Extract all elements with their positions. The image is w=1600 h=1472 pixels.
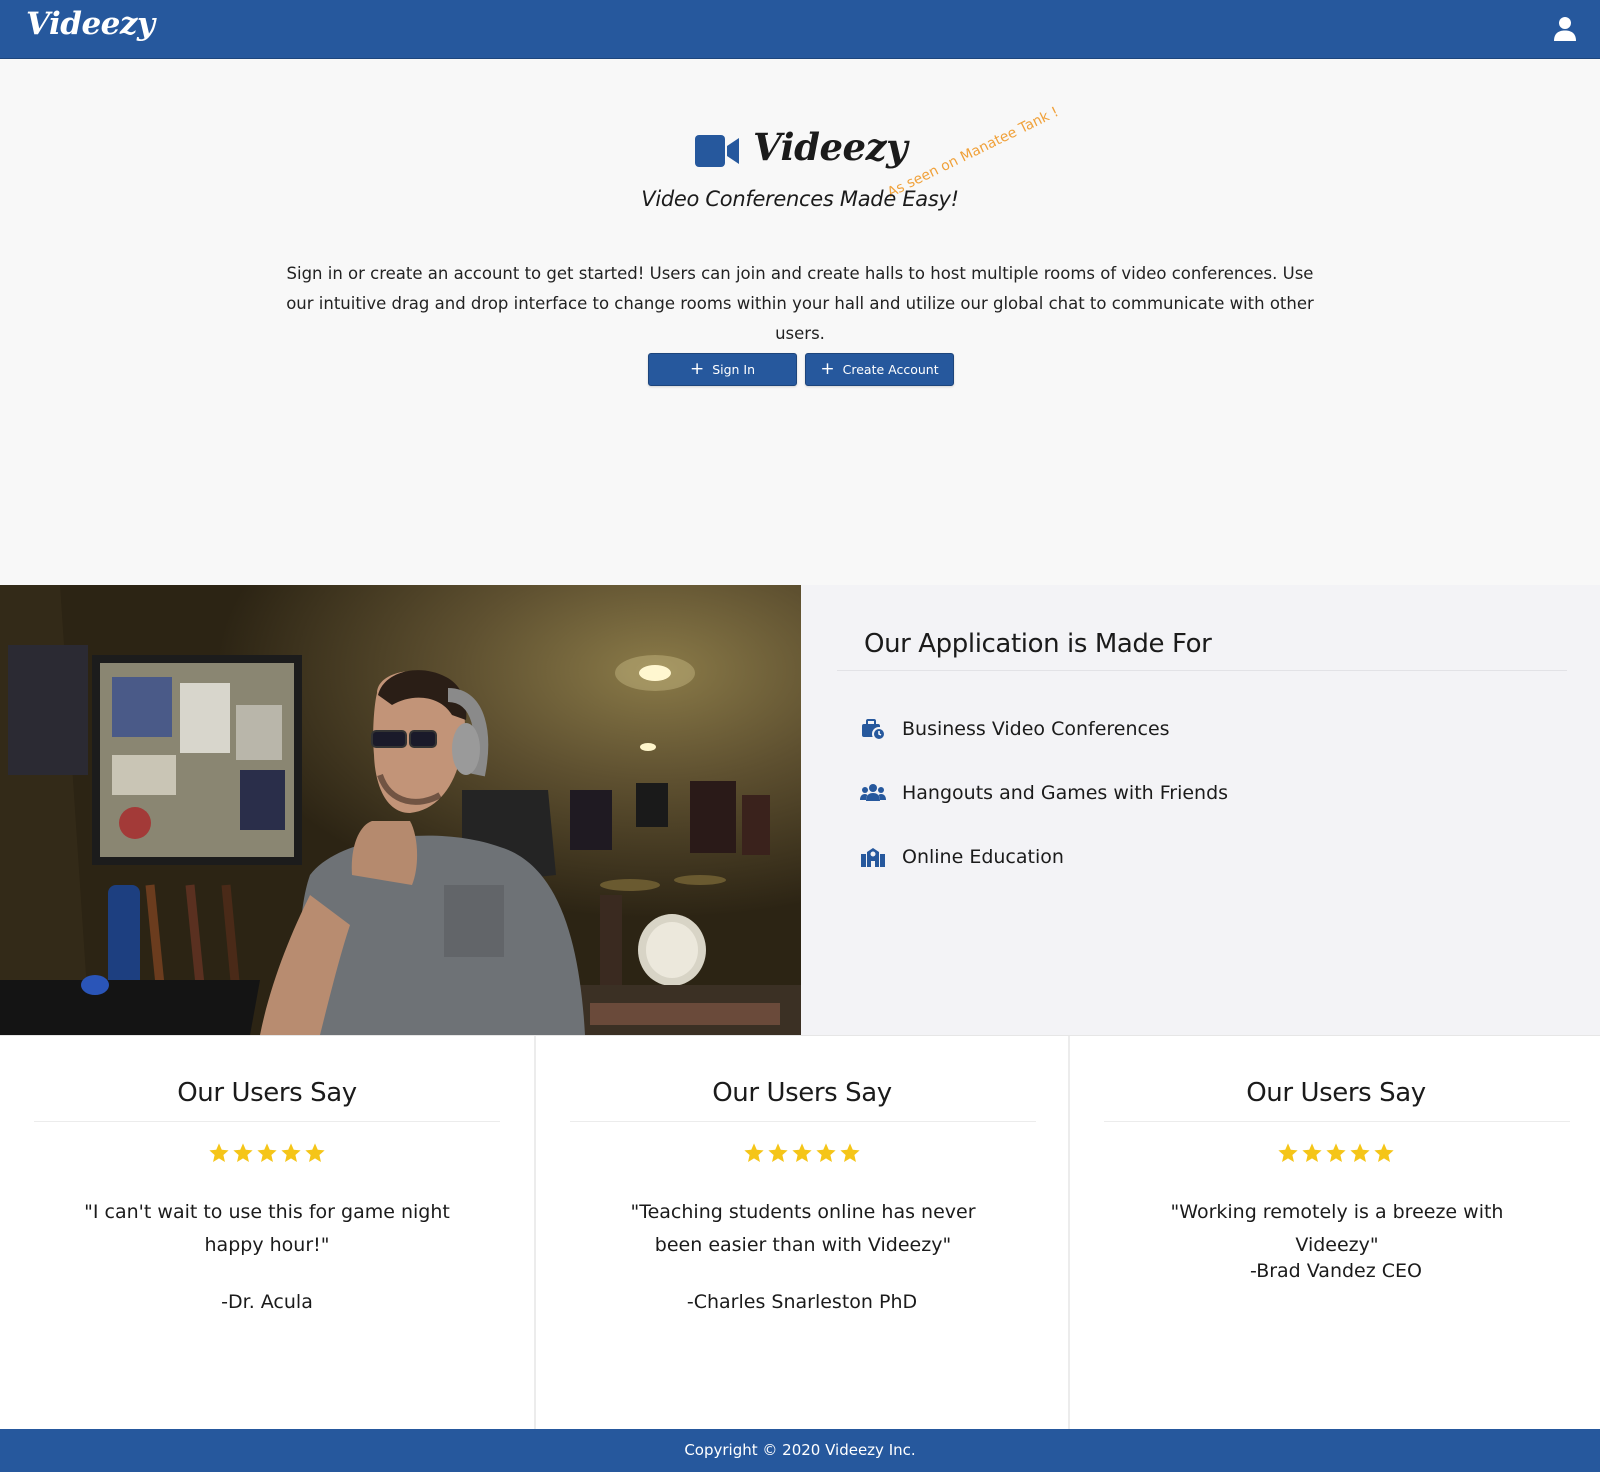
hero-section: Videezy As seen on Manatee Tank ! Video … [0,59,1600,585]
star-icon [816,1143,836,1162]
star-icon [281,1143,301,1162]
testimonial-title: Our Users Say [712,1078,892,1108]
testimonial-title: Our Users Say [177,1078,357,1108]
hero-tagline: Video Conferences Made Easy! [641,187,959,211]
hero-intro: Sign in or create an account to get star… [286,264,1314,343]
sign-in-label: Sign In [712,362,756,377]
made-for-panel: Our Application is Made For Business Vid… [801,585,1600,1035]
testimonial-card: Our Users Say "Teaching students online … [534,1036,1068,1430]
testimonials-section: Our Users Say "I can't wait to use this … [0,1035,1600,1430]
testimonial-quote: "I can't wait to use this for game night… [84,1201,450,1256]
star-icon [792,1143,812,1162]
star-icon [1326,1143,1346,1162]
star-icon [305,1143,325,1162]
made-for-label: Business Video Conferences [902,718,1170,740]
business-time-icon [862,719,886,741]
navbar-brand[interactable]: Videezy [26,6,155,42]
made-for-item-hangouts: Hangouts and Games with Friends [860,780,1228,806]
plus-icon: + [689,359,705,379]
star-rating [536,1142,1068,1164]
divider [837,670,1567,671]
school-icon [861,848,885,867]
made-for-title: Our Application is Made For [864,629,1212,659]
star-icon [768,1143,788,1162]
star-rating [1070,1142,1600,1164]
star-icon [1374,1143,1394,1162]
sign-in-button[interactable]: + Sign In [648,353,797,386]
made-for-item-business: Business Video Conferences [860,716,1170,742]
star-icon [1278,1143,1298,1162]
star-icon [744,1143,764,1162]
star-icon [840,1143,860,1162]
made-for-label: Online Education [902,846,1064,868]
star-icon [233,1143,253,1162]
testimonial-quote: "Working remotely is a breeze with Videe… [1170,1201,1504,1256]
testimonial-author: -Brad Vandez CEO [1250,1260,1422,1282]
user-icon[interactable] [1550,14,1580,44]
users-icon [860,784,886,801]
star-icon [1302,1143,1322,1162]
hero-logo-text: Videezy [753,125,908,169]
footer: Copyright © 2020 Videezy Inc. [0,1429,1600,1472]
divider [1104,1121,1570,1122]
star-icon [257,1143,277,1162]
studio-photo-illustration [0,585,801,1035]
star-icon [209,1143,229,1162]
divider [570,1121,1036,1122]
plus-icon: + [820,359,835,379]
video-camera-icon [695,135,739,167]
create-account-button[interactable]: + Create Account [805,353,954,386]
top-navbar: Videezy [0,0,1600,59]
hero-photo [0,585,801,1035]
create-account-label: Create Account [842,362,939,377]
made-for-label: Hangouts and Games with Friends [902,782,1229,804]
testimonial-author: -Charles Snarleston PhD [686,1291,918,1313]
testimonial-quote: "Teaching students online has never been… [630,1201,976,1256]
star-icon [1350,1143,1370,1162]
testimonial-title: Our Users Say [1246,1078,1426,1108]
divider [34,1121,500,1122]
testimonial-author: -Dr. Acula [221,1291,313,1313]
star-rating [0,1142,534,1164]
testimonial-card: Our Users Say "Working remotely is a bre… [1068,1036,1600,1430]
testimonial-card: Our Users Say "I can't wait to use this … [0,1036,534,1430]
made-for-item-education: Online Education [860,844,1064,870]
